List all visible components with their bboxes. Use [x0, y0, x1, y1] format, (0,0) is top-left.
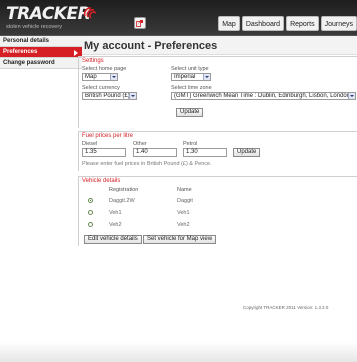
- vehicle-panel: Vehicle details Registration Name Daggit…: [78, 176, 357, 246]
- unit-type-select[interactable]: Imperial: [171, 73, 211, 81]
- vehicle-radio[interactable]: [88, 198, 93, 203]
- home-page-value: Map: [85, 74, 97, 80]
- settings-panel: Settings Select home page Map Select uni…: [78, 56, 357, 128]
- page-bottom-fade: [0, 342, 357, 362]
- home-page-label: Select home page: [82, 66, 127, 72]
- petrol-label: Petrol: [183, 141, 198, 147]
- col-registration: Registration: [109, 187, 139, 193]
- time-zone-select[interactable]: (GMT) Greenwich Mean Time : Dublin, Edin…: [171, 92, 356, 100]
- tracker-logo[interactable]: TRACKER stolen vehicle recovery: [6, 4, 102, 32]
- vehicle-registration: Veh2: [109, 222, 122, 228]
- share-icon[interactable]: [134, 17, 146, 29]
- currency-label: Select currency: [82, 85, 120, 91]
- sidebar-item-change-password[interactable]: Change password: [0, 58, 82, 69]
- sidebar-item-personal-details[interactable]: Personal details: [0, 36, 82, 47]
- fuel-panel: Fuel prices per litre Diesel 1.35 Other …: [78, 131, 357, 171]
- vehicle-radio[interactable]: [88, 222, 93, 227]
- brand-tagline: stolen vehicle recovery: [6, 24, 62, 30]
- petrol-input[interactable]: 1.30: [183, 148, 227, 157]
- time-zone-label: Select time zone: [171, 85, 212, 91]
- other-input[interactable]: 1.40: [133, 148, 177, 157]
- vehicle-radio[interactable]: [88, 210, 93, 215]
- vehicle-registration: Veh1: [109, 210, 122, 216]
- time-zone-value: (GMT) Greenwich Mean Time : Dublin, Edin…: [174, 93, 351, 99]
- page-title: My account - Preferences: [82, 36, 357, 55]
- tab-reports[interactable]: Reports: [286, 16, 319, 31]
- other-label: Other: [133, 141, 147, 147]
- app-header: TRACKER stolen vehicle recovery Map Dash…: [0, 0, 357, 36]
- chevron-down-icon: [203, 74, 210, 80]
- sidebar: Personal details Preferences Change pass…: [0, 36, 82, 69]
- main-nav: Map Dashboard Reports Journeys: [218, 16, 357, 31]
- tab-dashboard[interactable]: Dashboard: [241, 16, 285, 31]
- chevron-down-icon: [348, 93, 355, 99]
- unit-type-value: Imperial: [174, 74, 196, 80]
- currency-value: British Pound (£): [85, 93, 130, 99]
- fuel-update-button[interactable]: Update: [233, 148, 261, 157]
- diesel-label: Diesel: [82, 141, 98, 147]
- vehicle-registration: Daggit.2W: [109, 198, 135, 204]
- set-map-vehicle-button[interactable]: Set vehicle for Map view: [143, 235, 217, 244]
- vehicle-name: Daggit: [177, 198, 193, 204]
- sidebar-item-label: Change password: [3, 60, 55, 66]
- currency-select[interactable]: British Pound (£): [82, 92, 137, 100]
- settings-title: Settings: [82, 58, 104, 64]
- col-name: Name: [177, 187, 192, 193]
- signal-waves-icon: [83, 7, 97, 19]
- diesel-input[interactable]: 1.35: [82, 148, 126, 157]
- vehicle-name: Veh2: [177, 222, 190, 228]
- chevron-down-icon: [129, 93, 136, 99]
- fuel-title: Fuel prices per litre: [82, 133, 134, 139]
- fuel-note: Please enter fuel prices in British Poun…: [82, 161, 212, 167]
- copyright-text: Copyright TRACKER 2011 Version: 1.3.2.0: [243, 305, 329, 310]
- chevron-down-icon: [110, 74, 117, 80]
- settings-update-button[interactable]: Update: [176, 108, 204, 117]
- tab-map[interactable]: Map: [218, 16, 240, 31]
- vehicle-title: Vehicle details: [82, 178, 121, 184]
- sidebar-item-preferences[interactable]: Preferences: [0, 47, 82, 58]
- unit-type-label: Select unit type: [171, 66, 209, 72]
- vehicle-name: Veh1: [177, 210, 190, 216]
- sidebar-item-label: Personal details: [3, 38, 50, 44]
- edit-vehicle-button[interactable]: Edit vehicle details: [84, 235, 142, 244]
- sidebar-item-label: Preferences: [3, 49, 38, 55]
- tab-journeys[interactable]: Journeys: [320, 16, 357, 31]
- home-page-select[interactable]: Map: [82, 73, 118, 81]
- brand-name: TRACKER: [6, 4, 91, 24]
